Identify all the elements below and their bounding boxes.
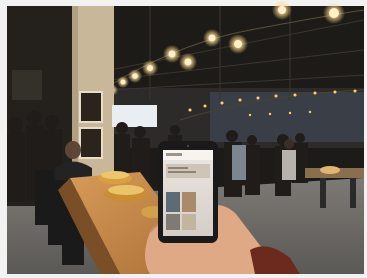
photo-content <box>7 0 365 274</box>
event-hall-photo <box>0 0 367 278</box>
photo-frame <box>0 0 367 278</box>
smartphone <box>158 141 218 243</box>
